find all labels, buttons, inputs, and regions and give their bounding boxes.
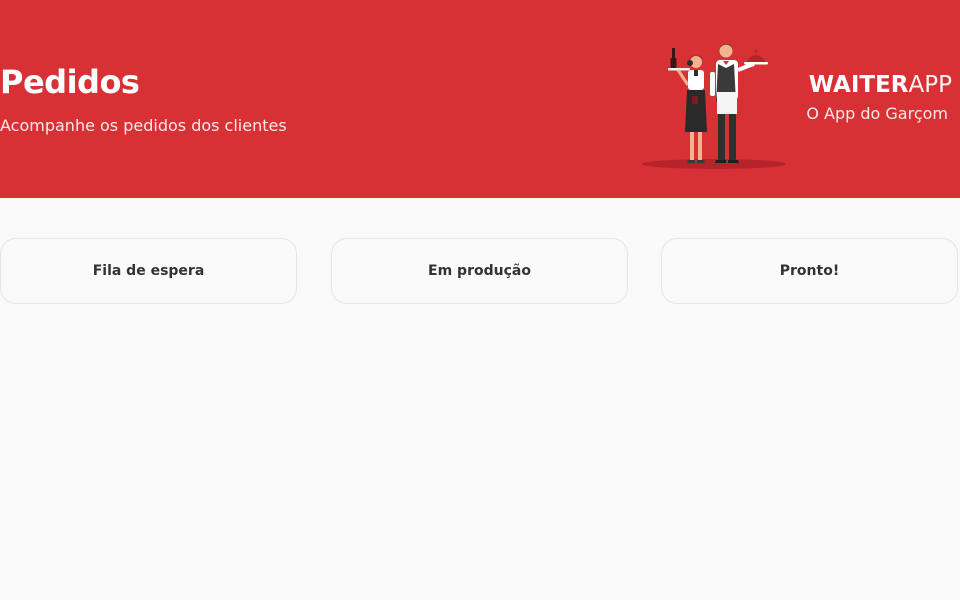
brand-tagline: O App do Garçom [806,104,948,123]
column-title: Em produção [428,263,531,279]
column-in-production: Em produção [331,238,628,304]
brand: WAITERAPP O App do Garçom [806,70,952,124]
page-title: Pedidos [0,63,140,101]
page-subtitle: Acompanhe os pedidos dos clientes [0,116,287,135]
column-title: Pronto! [779,263,840,279]
brand-logo-light: APP [908,72,952,98]
waiters-illustration-icon [638,38,790,172]
brand-logo-strong: WAITER [808,72,909,98]
column-done: Pronto! [661,238,958,304]
orders-board: Fila de espera Em produção Pronto! [0,238,960,306]
column-waiting: Fila de espera [0,238,297,304]
brand-logo: WAITERAPP [806,70,952,100]
column-title: Fila de espera [92,263,205,279]
page-header: Pedidos Acompanhe os pedidos dos cliente… [0,0,960,198]
